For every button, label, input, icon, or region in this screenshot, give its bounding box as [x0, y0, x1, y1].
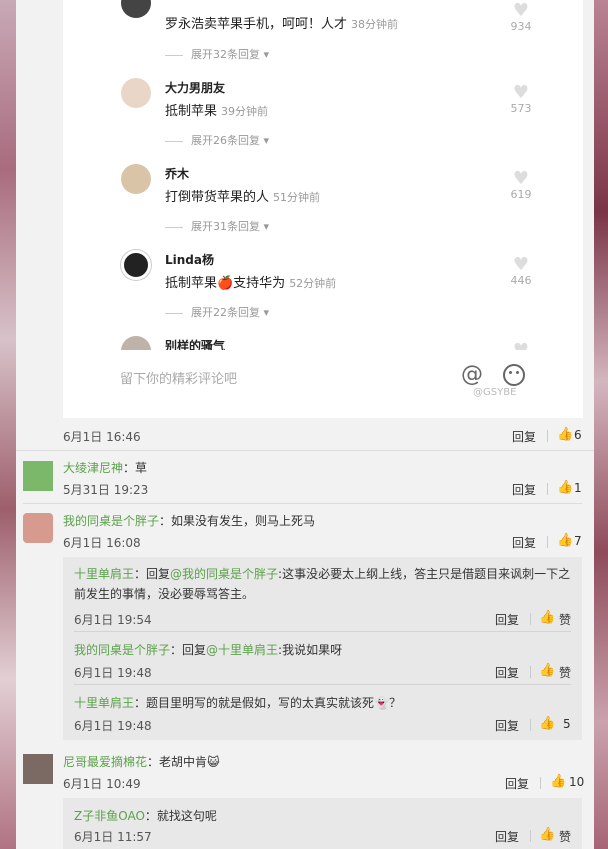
divider: [74, 684, 571, 685]
thumbs-up-icon[interactable]: 👍: [539, 827, 555, 842]
left-background-strip: [0, 0, 16, 849]
reply-date: 6月1日 19:48: [74, 666, 152, 680]
like-button[interactable]: ♥ 619: [507, 168, 535, 202]
like-count: 10: [569, 775, 585, 789]
thumbs-up-icon[interactable]: 👍: [550, 774, 566, 789]
username[interactable]: 十里单肩王: [74, 696, 134, 710]
avatar[interactable]: [23, 513, 53, 543]
avatar: [121, 78, 151, 108]
thumbs-up-icon[interactable]: 👍: [557, 533, 573, 548]
emoji-icon[interactable]: [503, 364, 525, 386]
reply-button[interactable]: 回复: [495, 717, 519, 734]
like-button[interactable]: 赞: [559, 664, 571, 681]
reply-thread: Z子非鱼OAO：就找这句呢 6月1日 11:57 回复 👍 赞: [63, 798, 582, 849]
username[interactable]: 我的同桌是个胖子: [74, 643, 170, 657]
avatar: [121, 250, 151, 280]
comment-text: 我的同桌是个胖子：如果没有发生，则马上死马: [63, 514, 316, 528]
comment-text: 罗永浩卖苹果手机，呵呵！人才 38分钟前: [165, 17, 399, 32]
comment-text: 大绫津尼神：草: [63, 461, 148, 475]
expand-replies[interactable]: 展开26条回复 ▾: [165, 132, 269, 148]
reply-date: 6月1日 11:57: [74, 830, 152, 844]
reply-button[interactable]: 回复: [512, 428, 536, 445]
username[interactable]: Z子非鱼OAO: [74, 809, 145, 823]
divider: [547, 536, 548, 548]
username[interactable]: 尼哥最爱摘棉花: [63, 755, 147, 769]
like-button[interactable]: 赞: [559, 828, 571, 845]
divider: [530, 666, 531, 678]
divider: [530, 830, 531, 842]
comment-text: 抵制苹果 39分钟前: [165, 104, 269, 119]
reply-button[interactable]: 回复: [495, 611, 519, 628]
comment-date: 5月31日 19:23: [63, 483, 149, 497]
comment-text: 尼哥最爱摘棉花：老胡中肯😺: [63, 755, 220, 769]
at-icon[interactable]: @: [461, 362, 483, 387]
comment-input[interactable]: 留下你的精彩评论吧: [120, 368, 237, 387]
embedded-screenshot: 罗永浩卖苹果手机，呵呵！人才 38分钟前 展开32条回复 ▾ ♥ 934 大力男朋友…: [63, 0, 583, 418]
username[interactable]: 大绫津尼神: [63, 461, 123, 475]
like-button[interactable]: 赞: [559, 611, 571, 628]
post-date: 6月1日 16:46: [63, 430, 141, 444]
heart-icon: ♥: [512, 168, 530, 189]
comment-date: 6月1日 16:08: [63, 536, 141, 550]
reply-text: 十里单肩王：题目里明写的就是假如，写的太真实就该死👻？: [74, 696, 401, 710]
heart-icon: ♥: [512, 0, 530, 21]
divider: [530, 613, 531, 625]
divider: [547, 483, 548, 495]
expand-replies[interactable]: 展开32条回复 ▾: [165, 46, 269, 62]
avatar[interactable]: [23, 754, 53, 784]
divider: [74, 631, 571, 632]
avatar[interactable]: [23, 461, 53, 491]
thumbs-up-icon[interactable]: 👍: [539, 716, 555, 731]
reply-text: Z子非鱼OAO：就找这句呢: [74, 809, 217, 823]
like-count: 6: [574, 428, 582, 442]
reply-button[interactable]: 回复: [512, 534, 536, 551]
heart-icon: ♥: [512, 82, 530, 103]
username[interactable]: 大力男朋友: [165, 79, 225, 96]
reply-text: 我的同桌是个胖子：回复@十里单肩王:我说如果呀: [74, 643, 343, 657]
reply-text: 十里单肩王：回复@我的同桌是个胖子:这事没必要太上纲上线，答主只是借题目来讽刺一…: [74, 567, 571, 601]
thumbs-up-icon[interactable]: 👍: [557, 480, 573, 495]
divider: [16, 450, 594, 451]
like-count: 7: [574, 534, 582, 548]
username[interactable]: 我的同桌是个胖子: [63, 514, 159, 528]
like-count: 1: [574, 481, 582, 495]
divider: [540, 777, 541, 789]
comment-text: 打倒带货苹果的人 51分钟前: [165, 190, 321, 205]
comment-feed: 罗永浩卖苹果手机，呵呵！人才 38分钟前 展开32条回复 ▾ ♥ 934 大力男朋友…: [16, 0, 594, 849]
username[interactable]: Linda杨: [165, 251, 214, 268]
divider: [23, 503, 582, 504]
like-button[interactable]: ♥ 573: [507, 82, 535, 116]
divider: [530, 719, 531, 731]
comment-date: 6月1日 10:49: [63, 777, 141, 791]
mention-link[interactable]: @我的同桌是个胖子: [170, 567, 278, 581]
reply-thread: 十里单肩王：回复@我的同桌是个胖子:这事没必要太上纲上线，答主只是借题目来讽刺一…: [63, 557, 582, 740]
like-button[interactable]: ♥ 446: [507, 254, 535, 288]
reply-date: 6月1日 19:54: [74, 613, 152, 627]
avatar: [121, 164, 151, 194]
reply-button[interactable]: 回复: [495, 828, 519, 845]
heart-icon: ♥: [512, 254, 530, 275]
username[interactable]: 乔木: [165, 165, 189, 182]
reply-date: 6月1日 19:48: [74, 719, 152, 733]
reply-button[interactable]: 回复: [512, 481, 536, 498]
avatar: [121, 0, 151, 18]
watermark: @GSYBE: [473, 387, 517, 398]
mention-link[interactable]: @十里单肩王: [206, 643, 278, 657]
expand-replies[interactable]: 展开22条回复 ▾: [165, 304, 269, 320]
thumbs-up-icon[interactable]: 👍: [539, 663, 555, 678]
like-button[interactable]: ♥ 934: [507, 0, 535, 34]
right-background-strip: [594, 0, 608, 849]
reply-button[interactable]: 回复: [505, 775, 529, 792]
comment-text: 抵制苹果🍎支持华为 52分钟前: [165, 276, 337, 291]
thumbs-up-icon[interactable]: 👍: [557, 427, 573, 442]
username[interactable]: 十里单肩王: [74, 567, 134, 581]
thumbs-up-icon[interactable]: 👍: [539, 610, 555, 625]
expand-replies[interactable]: 展开31条回复 ▾: [165, 218, 269, 234]
reply-button[interactable]: 回复: [495, 664, 519, 681]
like-count: 5: [563, 717, 571, 731]
divider: [547, 430, 548, 442]
